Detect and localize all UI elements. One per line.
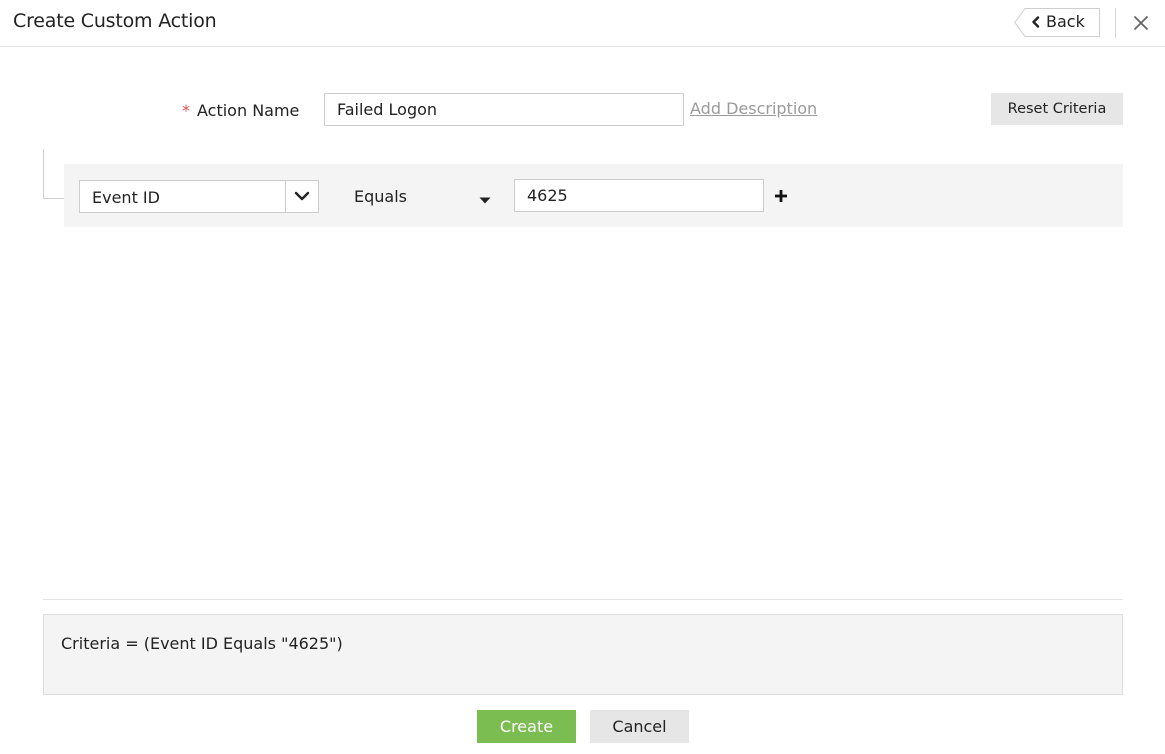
chevron-left-icon bbox=[1032, 16, 1040, 28]
reset-criteria-button[interactable]: Reset Criteria bbox=[991, 93, 1123, 125]
create-button[interactable]: Create bbox=[477, 710, 576, 743]
create-custom-action-dialog: Create Custom Action Back * Action Name … bbox=[0, 0, 1165, 754]
header-divider bbox=[1115, 8, 1116, 38]
criteria-summary-box: Criteria = (Event ID Equals "4625") bbox=[43, 614, 1123, 695]
action-name-input[interactable] bbox=[324, 93, 684, 126]
field-select-value: Event ID bbox=[92, 188, 160, 207]
chevron-down-icon bbox=[294, 191, 310, 201]
section-divider bbox=[43, 599, 1123, 600]
plus-icon[interactable] bbox=[774, 189, 788, 203]
field-select-toggle[interactable] bbox=[285, 181, 318, 212]
close-icon[interactable] bbox=[1132, 14, 1150, 32]
add-description-link[interactable]: Add Description bbox=[690, 99, 817, 118]
cancel-button[interactable]: Cancel bbox=[590, 710, 689, 743]
criteria-tree-line bbox=[43, 149, 44, 198]
operator-select[interactable]: Equals bbox=[354, 187, 407, 206]
caret-down-icon[interactable] bbox=[479, 197, 491, 204]
criteria-tree-branch bbox=[43, 198, 64, 199]
page-title: Create Custom Action bbox=[13, 10, 217, 32]
action-name-label: Action Name bbox=[197, 101, 300, 120]
criteria-value-input[interactable] bbox=[514, 179, 764, 212]
criteria-summary-text: Criteria = (Event ID Equals "4625") bbox=[61, 634, 343, 653]
back-button-label: Back bbox=[1046, 12, 1085, 31]
dialog-header: Create Custom Action Back bbox=[0, 0, 1165, 47]
required-indicator: * bbox=[182, 101, 190, 120]
field-select[interactable]: Event ID bbox=[79, 180, 319, 213]
